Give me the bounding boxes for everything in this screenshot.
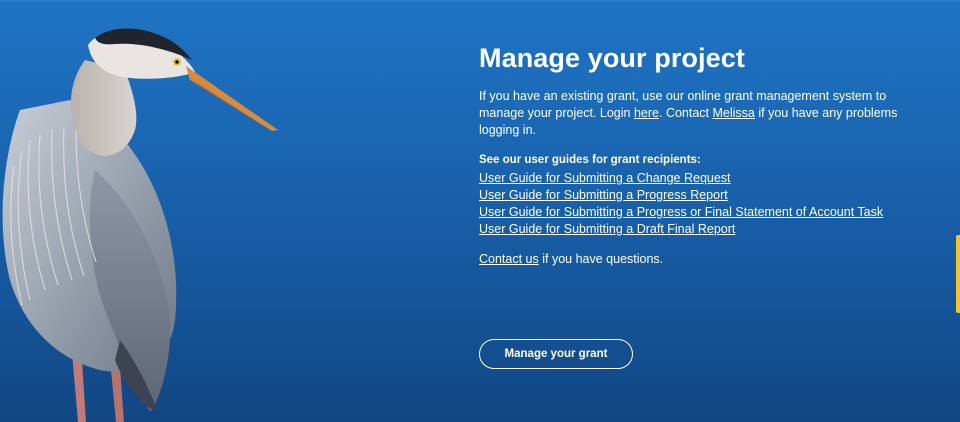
- guide-link-change-request[interactable]: User Guide for Submitting a Change Reque…: [479, 171, 731, 185]
- guide-list-item: User Guide for Submitting a Progress or …: [479, 204, 919, 221]
- intro-paragraph: If you have an existing grant, use our o…: [479, 88, 909, 139]
- guide-link-statement-of-account[interactable]: User Guide for Submitting a Progress or …: [479, 205, 883, 219]
- intro-text-middle: . Contact: [659, 106, 713, 120]
- manage-your-grant-button[interactable]: Manage your grant: [479, 339, 633, 369]
- guide-list-item: User Guide for Submitting a Draft Final …: [479, 221, 919, 238]
- login-here-link[interactable]: here: [634, 106, 659, 120]
- guide-list-item: User Guide for Submitting a Change Reque…: [479, 170, 919, 187]
- melissa-contact-link[interactable]: Melissa: [713, 106, 755, 120]
- manage-project-section: Manage your project If you have an exist…: [479, 40, 919, 268]
- guide-link-draft-final-report[interactable]: User Guide for Submitting a Draft Final …: [479, 222, 735, 236]
- heron-image: [2, 28, 278, 422]
- contact-us-link[interactable]: Contact us: [479, 252, 539, 266]
- contact-line-text: if you have questions.: [538, 252, 664, 266]
- contact-line: Contact us if you have questions.: [479, 251, 919, 268]
- guide-link-progress-report[interactable]: User Guide for Submitting a Progress Rep…: [479, 188, 728, 202]
- page-title: Manage your project: [479, 43, 745, 73]
- guides-heading: See our user guides for grant recipients…: [479, 154, 701, 166]
- guide-list: User Guide for Submitting a Change Reque…: [479, 170, 919, 238]
- guide-list-item: User Guide for Submitting a Progress Rep…: [479, 187, 919, 204]
- side-feedback-tab[interactable]: [956, 235, 960, 313]
